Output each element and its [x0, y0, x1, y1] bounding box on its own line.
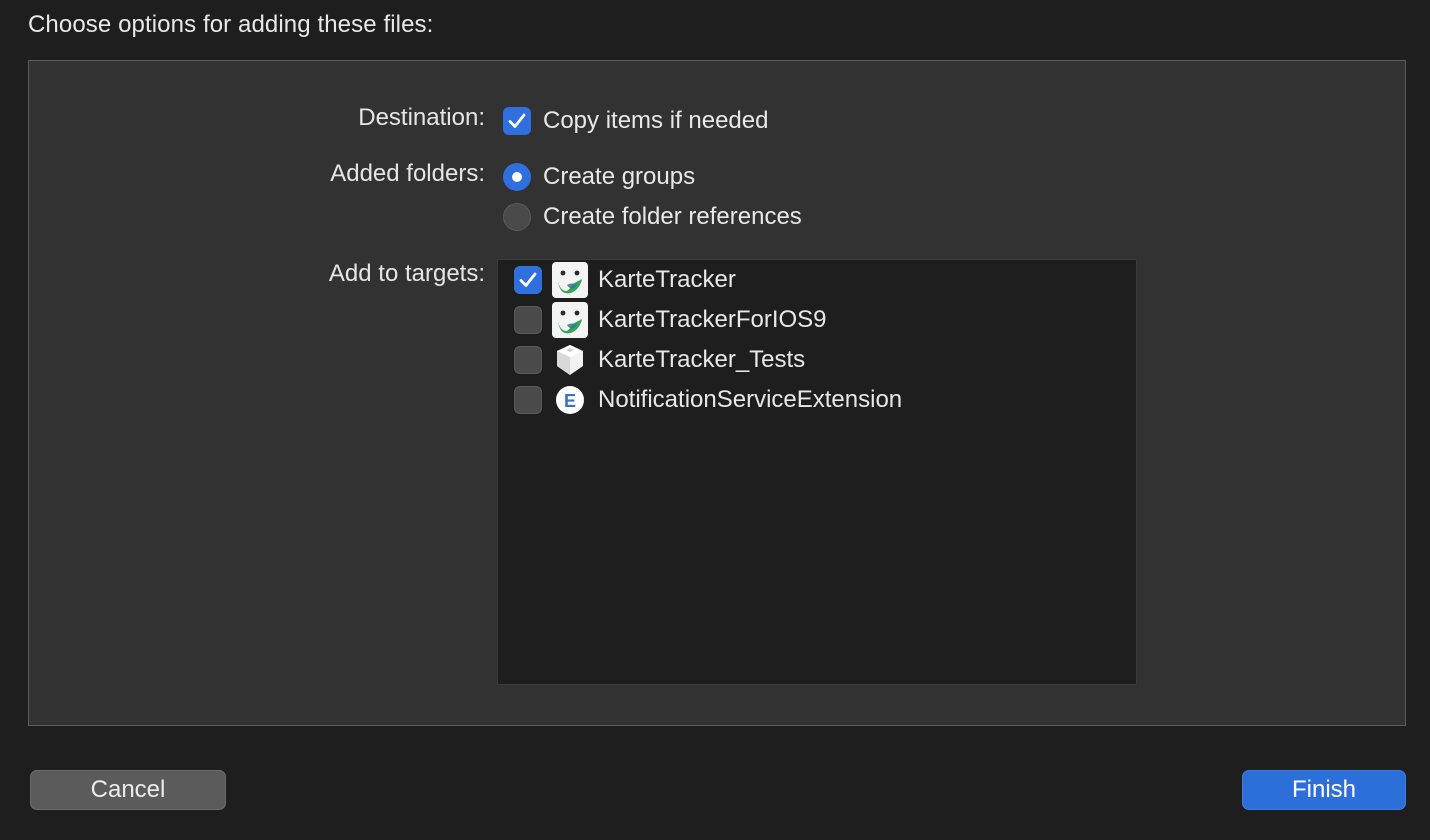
copy-items-checkbox-row[interactable]: Copy items if needed: [503, 106, 768, 136]
add-files-dialog: Choose options for adding these files: D…: [0, 0, 1430, 840]
target-name: NotificationServiceExtension: [598, 386, 903, 413]
target-name: KarteTracker_Tests: [598, 346, 806, 373]
destination-label: Destination:: [358, 104, 485, 131]
checkmark-icon: [519, 272, 537, 287]
target-checkbox[interactable]: [514, 266, 542, 294]
create-folder-references-radio-row[interactable]: Create folder references: [503, 202, 802, 232]
list-item[interactable]: KarteTracker: [514, 262, 736, 298]
list-item[interactable]: E NotificationServiceExtension: [514, 382, 902, 418]
copy-items-label: Copy items if needed: [543, 107, 769, 134]
checkmark-icon: [508, 113, 526, 128]
create-groups-radio[interactable]: [503, 163, 531, 191]
cancel-button[interactable]: Cancel: [30, 770, 226, 810]
options-panel: Destination: Copy items if needed Added …: [28, 60, 1406, 726]
target-name: KarteTrackerForIOS9: [598, 306, 827, 333]
karte-app-icon: [552, 262, 588, 298]
create-folder-references-label: Create folder references: [543, 203, 802, 230]
create-folder-references-radio[interactable]: [503, 203, 531, 231]
list-item[interactable]: KarteTrackerForIOS9: [514, 302, 827, 338]
added-folders-label: Added folders:: [330, 160, 485, 187]
create-groups-radio-row[interactable]: Create groups: [503, 162, 695, 192]
add-to-targets-label: Add to targets:: [328, 260, 485, 287]
extension-icon: E: [552, 382, 588, 418]
test-bundle-icon: [552, 342, 588, 378]
target-checkbox[interactable]: [514, 346, 542, 374]
target-checkbox[interactable]: [514, 306, 542, 334]
karte-app-icon: [552, 302, 588, 338]
list-item[interactable]: KarteTracker_Tests: [514, 342, 805, 378]
svg-text:E: E: [564, 391, 576, 411]
copy-items-checkbox[interactable]: [503, 107, 531, 135]
finish-button[interactable]: Finish: [1242, 770, 1406, 810]
targets-list[interactable]: KarteTracker KarteTrackerForIOS9 KarteTr…: [497, 259, 1137, 685]
target-checkbox[interactable]: [514, 386, 542, 414]
create-groups-label: Create groups: [543, 163, 696, 190]
target-name: KarteTracker: [598, 266, 736, 293]
dialog-title: Choose options for adding these files:: [28, 11, 434, 38]
